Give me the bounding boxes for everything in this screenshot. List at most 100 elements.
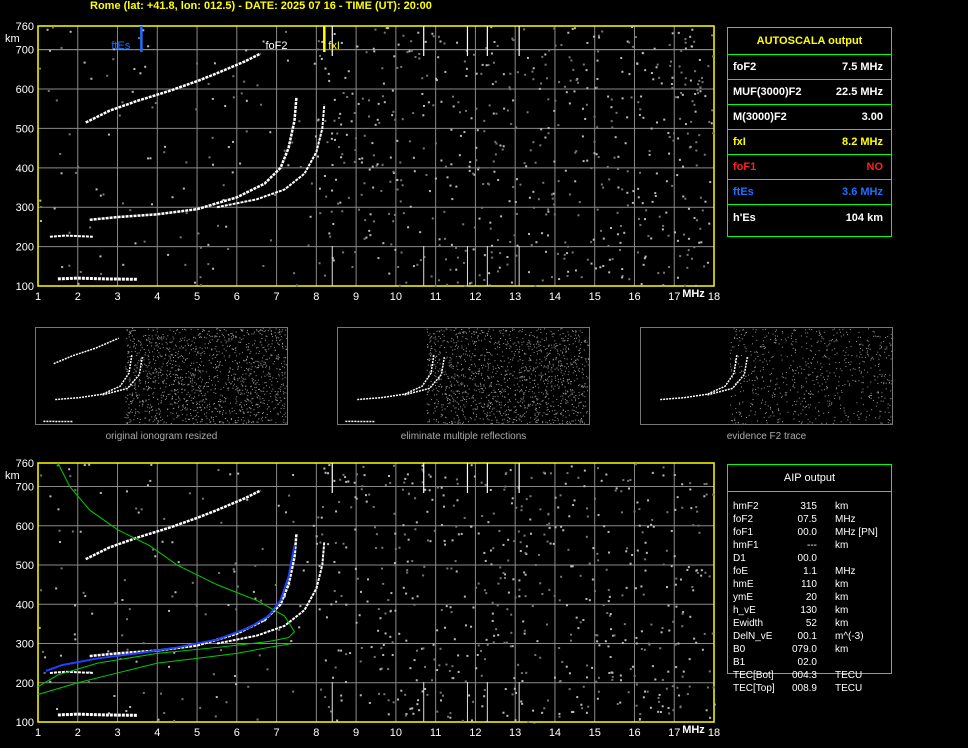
autoscala-param-name: foF2	[733, 61, 757, 73]
x-tick-label: 13	[509, 727, 521, 739]
aip-row: ymE 20 km	[728, 592, 891, 605]
x-tick-label: 13	[509, 291, 521, 303]
x-tick-label: 6	[234, 291, 240, 303]
x-tick-label: 1	[35, 291, 41, 303]
page-title: Rome (lat: +41.8, lon: 012.5) - DATE: 20…	[90, 0, 432, 12]
grid	[38, 463, 714, 722]
thumbnail-traces	[43, 328, 288, 425]
aip-row: foE 1.1 MHz	[728, 566, 891, 579]
echo-trace	[85, 489, 262, 561]
noise	[39, 26, 715, 288]
thumbnail-echo-trace	[707, 356, 749, 396]
echo-trace	[49, 234, 94, 238]
ionogram-aip-plot: 1 2 3 4 5 6 7 8 9 10 11 12 13 14 15 16 17 18 100 200 300 400 5…	[0, 451, 725, 748]
ionogram-autoscala-plot: ftEs foF2 fxI 1 2 3 4 5 6 7 8 9 10 11 12 13 14 15 16 17 18 10…	[0, 14, 725, 314]
grid	[38, 26, 714, 286]
aip-param-name: h_vE	[733, 605, 756, 616]
aip-row: TEC[Top] 008.9 TECU	[728, 683, 891, 696]
autoscala-param-value: 7.5 MHz	[842, 61, 883, 73]
x-tick-label: 11	[430, 291, 441, 303]
x-tick-label: 17	[668, 291, 680, 303]
autoscala-param-value: NO	[866, 161, 884, 173]
autoscala-param-name: ftEs	[733, 186, 754, 198]
x-tick-label: 16	[628, 291, 640, 303]
x-tick-label: 9	[353, 291, 359, 303]
x-tick-label: 14	[549, 727, 561, 739]
thumbnail-eliminate-multiple	[337, 327, 590, 425]
aip-param-name: ymE	[733, 592, 753, 603]
aip-param-unit: TECU	[835, 683, 863, 694]
aip-param-name: foF2	[733, 514, 754, 525]
aip-param-value: 00.1	[797, 631, 817, 642]
autoscala-param-name: foF1	[733, 161, 757, 173]
thumbnail-echo-trace	[404, 356, 446, 396]
y-tick-label: 400	[16, 163, 34, 175]
aip-param-value: ---	[807, 540, 817, 551]
aip-param-value: 1.1	[803, 566, 817, 577]
aip-row: DelN_vE 00.1 m^(-3)	[728, 631, 891, 644]
aip-param-value: 52	[805, 618, 817, 629]
fxi-marker-label: fxI	[328, 40, 340, 52]
y-tick-label: 100	[16, 717, 34, 729]
x-tick-label: 16	[628, 727, 640, 739]
autoscala-row: fxI 8.2 MHz	[728, 130, 891, 155]
y-tick-label: 300	[16, 639, 34, 651]
thumbnail-caption: original ionogram resized	[105, 431, 218, 442]
x-tick-label: 18	[708, 291, 720, 303]
aip-panel: AIP output hmF2 315 km foF2 07.5 MHz foF1 00.0 M…	[727, 464, 892, 694]
x-tick-label: 6	[234, 727, 240, 739]
aip-title: AIP output	[728, 465, 891, 492]
autoscala-row: h'Es 104 km	[728, 205, 891, 230]
aip-row: TEC[Bot] 004.3 TECU	[728, 670, 891, 683]
x-tick-label: 1	[35, 727, 41, 739]
x-tick-label: 18	[708, 727, 720, 739]
autoscala-row: M(3000)F2 3.00	[728, 105, 891, 130]
aip-param-value: 004.3	[791, 670, 817, 681]
aip-param-unit: m^(-3)	[835, 631, 864, 642]
autoscala-row: MUF(3000)F2 22.5 MHz	[728, 80, 891, 105]
aip-param-unit	[817, 553, 835, 566]
aip-param-name: hmF2	[733, 501, 759, 512]
x-tick-label: 2	[75, 291, 81, 303]
ionogram-canvas: ftEs foF2 fxI1 2 3 4 5 6 7 8 9 10 11 12 13 14 15 16 17 1810…	[5, 21, 720, 303]
aip-param-value: 07.5	[797, 514, 817, 525]
aip-param-unit	[817, 657, 835, 670]
thumbnail-caption: eliminate multiple reflections	[400, 431, 527, 442]
aip-param-name: hmF1	[733, 540, 759, 551]
autoscala-param-name: MUF(3000)F2	[733, 86, 802, 98]
y-tick-label: 400	[16, 599, 34, 611]
aip-row: Ewidth 52 km	[728, 618, 891, 631]
thumbnail-evidence-f2	[640, 327, 893, 425]
aip-param-value: 00.0	[797, 527, 817, 538]
thumbnail-echo-trace	[660, 354, 738, 401]
x-tick-label: 8	[313, 291, 319, 303]
autoscala-param-value: 22.5 MHz	[835, 86, 883, 98]
y-unit-label: km	[5, 470, 20, 482]
aip-param-unit: MHz [PN]	[835, 527, 878, 538]
aip-param-name: TEC[Top]	[733, 683, 775, 694]
x-tick-label: 5	[194, 291, 200, 303]
aip-param-unit: km	[835, 644, 849, 655]
aip-param-unit: MHz	[835, 566, 856, 577]
echo-trace	[85, 52, 262, 124]
aip-param-name: B0	[733, 644, 746, 655]
aip-param-unit: TECU	[835, 670, 863, 681]
aip-param-unit: km	[835, 501, 849, 512]
thumbnail-echo-trace	[357, 354, 435, 401]
x-tick-label: 7	[274, 727, 280, 739]
aip-param-name: Ewidth	[733, 618, 764, 629]
autoscala-row: foF2 7.5 MHz	[728, 55, 891, 80]
autoscala-title: AUTOSCALA output	[728, 28, 891, 55]
thumbnail-echo-trace	[53, 337, 119, 365]
y-tick-label: 200	[16, 678, 34, 690]
aip-param-value: 110	[801, 579, 817, 590]
autoscala-row: ftEs 3.6 MHz	[728, 180, 891, 205]
echo-traces	[49, 489, 326, 717]
aip-param-unit: km	[835, 540, 849, 551]
aip-param-value: 130	[800, 605, 817, 616]
autoscala-param-value: 104 km	[845, 211, 883, 224]
aip-param-unit: km	[835, 605, 849, 616]
aip-row: B0 079.0 km	[728, 644, 891, 657]
x-tick-label: 5	[194, 727, 200, 739]
aip-param-unit: MHz	[835, 514, 856, 525]
